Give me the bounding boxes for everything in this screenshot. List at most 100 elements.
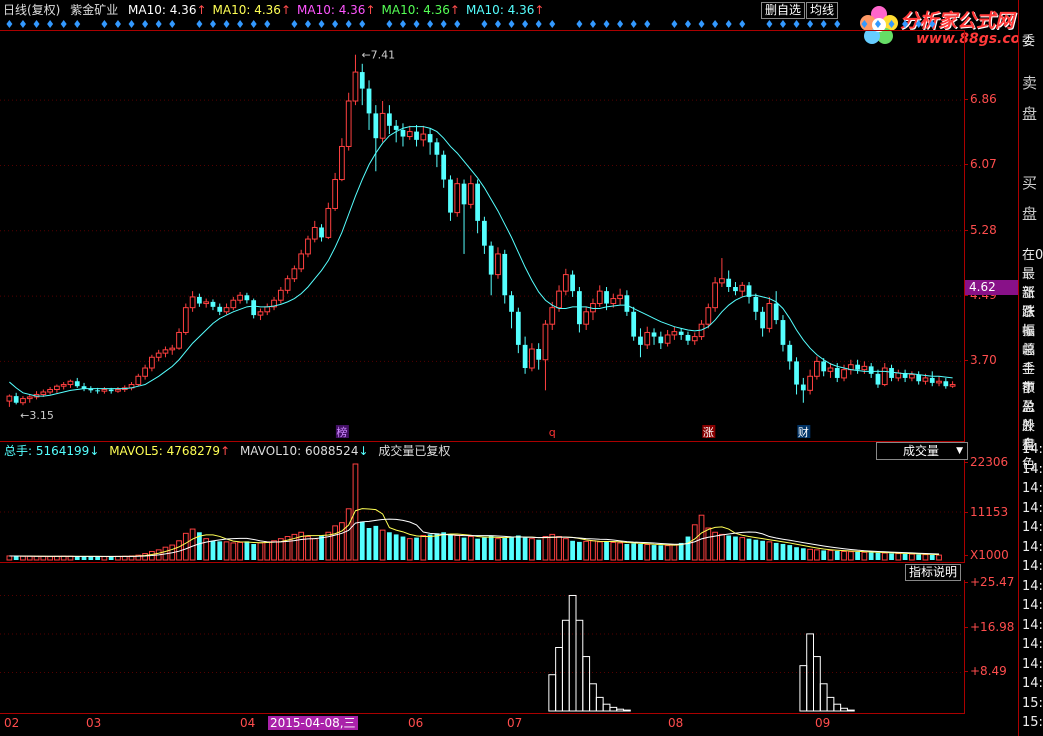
volume-bar — [264, 541, 271, 561]
candle-body — [108, 389, 114, 392]
ma-legend-arrow: ↑ — [534, 3, 545, 17]
volume-bar — [237, 541, 243, 561]
volume-bar — [658, 545, 664, 560]
volume-bar — [875, 552, 881, 560]
vol-unit: X1000 — [964, 548, 1009, 562]
indicator-bar — [582, 656, 591, 712]
volume-bar — [47, 556, 53, 561]
volume-bar — [427, 534, 433, 560]
candle-body — [685, 334, 691, 341]
ind-tick-1: +16.98 — [963, 620, 1015, 634]
indicator-bar — [840, 707, 848, 712]
candle-body — [427, 134, 433, 143]
price-panel[interactable]: ←7.41 ←3.15 榜 q 涨 财 — [0, 30, 965, 442]
signal-diamond — [576, 20, 583, 28]
candle-body — [596, 290, 603, 305]
indicator-help-button[interactable]: 指标说明 — [905, 564, 962, 581]
volume-bar — [929, 554, 935, 560]
candle-body — [162, 349, 169, 354]
indicator-bar — [555, 647, 563, 712]
volume-bar — [6, 555, 13, 561]
candle-body — [482, 220, 487, 246]
candle-body — [821, 361, 827, 372]
volume-bar — [841, 550, 847, 561]
candle-body — [678, 331, 684, 335]
signal-diamond — [630, 20, 637, 28]
candle-body — [556, 290, 562, 309]
signal-diamond — [332, 20, 339, 28]
candle-body — [922, 377, 929, 382]
volume-bar — [339, 522, 345, 561]
candle-body — [197, 296, 202, 304]
signal-diamond — [74, 20, 81, 28]
price-tick: 5.28 — [964, 222, 997, 237]
candle-body — [291, 268, 298, 280]
candle-body — [807, 375, 813, 391]
quote-panel-label: 14: — [1022, 656, 1043, 672]
candle-body — [610, 298, 617, 305]
volume-bar — [814, 549, 820, 561]
quote-panel-label: 盘 — [1022, 105, 1038, 123]
crosshair-date-label: 2015-04-08,三 — [268, 716, 358, 730]
candle-body — [454, 183, 461, 214]
volume-bar — [570, 540, 575, 560]
volume-bar — [617, 542, 623, 561]
signal-diamond — [712, 20, 719, 28]
candle-body — [889, 368, 894, 378]
candle-body — [644, 331, 651, 346]
candle-body — [339, 145, 345, 181]
indicator-bar — [602, 703, 611, 712]
volume-bar — [101, 556, 108, 561]
indicator-selector[interactable]: 成交量 ▼ — [876, 442, 968, 460]
candle-body — [332, 179, 338, 209]
signal-diamond — [142, 20, 149, 28]
signal-diamond — [589, 20, 596, 28]
candle-body — [881, 367, 888, 386]
signal-diamond — [793, 20, 800, 28]
volume-bar — [739, 537, 746, 561]
volume-bar — [345, 508, 352, 561]
total-arrow: ↓ — [89, 444, 100, 458]
signal-diamond — [128, 20, 135, 28]
candle-body — [733, 287, 738, 292]
mavol10-line — [9, 518, 940, 557]
indicator-bar — [575, 619, 584, 712]
stock-name: 紫金矿业 — [70, 3, 119, 17]
candle-body — [549, 307, 556, 325]
ma-button[interactable]: 均线 — [806, 2, 839, 19]
signal-diamond — [196, 20, 203, 28]
delete-watchlist-button[interactable]: 删自选 — [761, 2, 806, 19]
volume-bar — [88, 556, 94, 560]
volume-bar — [305, 536, 311, 561]
volume-panel[interactable] — [0, 460, 965, 563]
volume-bar — [855, 552, 860, 560]
quote-panel-label: 盘 — [1022, 205, 1038, 223]
event-marker-label: 涨 — [703, 426, 714, 439]
volume-bar — [827, 550, 834, 561]
indicator-panel[interactable] — [0, 580, 965, 714]
candle-body — [577, 291, 582, 325]
quote-panel-label: 14: — [1022, 617, 1043, 633]
candle-body — [664, 334, 671, 344]
mavol5: MAVOL5: 4768279 — [109, 444, 221, 458]
volume-bar — [726, 535, 732, 560]
volume-bar — [189, 528, 196, 561]
period-label[interactable]: 日线(复权) — [3, 3, 60, 17]
candle-body — [373, 113, 379, 139]
signal-diamond — [820, 20, 827, 28]
candle-body — [176, 331, 182, 349]
volume-bar — [698, 514, 705, 561]
signal-diamond — [101, 20, 108, 28]
candle-body — [101, 389, 108, 392]
indicator-bar — [826, 696, 835, 712]
candle-body — [760, 311, 765, 329]
candle-body — [115, 389, 121, 392]
candle-body — [794, 361, 799, 385]
price-tick: 3.70 — [964, 353, 997, 368]
candle-body — [311, 226, 318, 240]
volume-bar — [217, 541, 223, 560]
candle-body — [400, 129, 406, 137]
signal-diamond — [549, 20, 556, 28]
vol-tick-0: 22306 — [963, 455, 1009, 469]
candle-body — [366, 88, 372, 114]
